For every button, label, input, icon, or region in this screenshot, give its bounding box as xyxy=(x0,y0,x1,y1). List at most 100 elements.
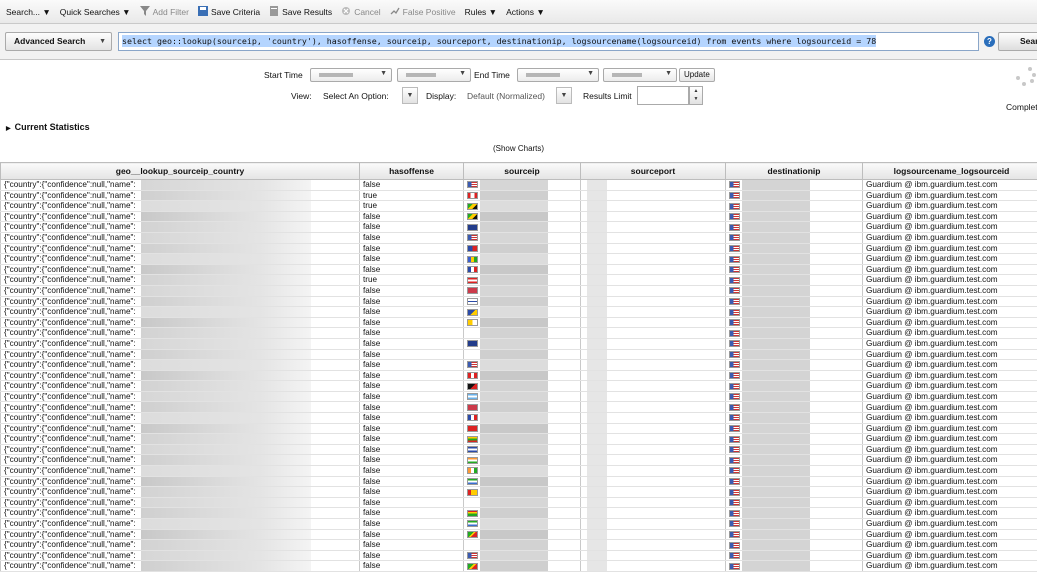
display-dropdown-toggle[interactable]: ▼ xyxy=(556,87,572,104)
table-row[interactable]: {"country":{"confidence":null,"name": fal… xyxy=(0,243,1037,255)
country-flag-icon xyxy=(729,425,740,433)
table-row[interactable]: {"country":{"confidence":null,"name": fal… xyxy=(0,433,1037,445)
cell-country: {"country":{"confidence":null,"name": xyxy=(0,306,360,318)
cell-destinationip xyxy=(725,285,863,297)
cell-logsourcename: Guardium @ ibm.guardium.test.com xyxy=(862,190,1037,202)
query-input[interactable]: select geo::lookup(sourceip, 'country'),… xyxy=(118,32,979,51)
table-row[interactable]: {"country":{"confidence":null,"name": fal… xyxy=(0,412,1037,424)
column-header-sourceport[interactable]: sourceport xyxy=(580,162,726,180)
view-select[interactable]: Select An Option: xyxy=(323,91,389,101)
toolbar-item-0[interactable]: Search... ▼ xyxy=(6,7,51,17)
table-row[interactable]: {"country":{"confidence":null,"name": fal… xyxy=(0,317,1037,329)
column-header-logsourcename_logsourceid[interactable]: logsourcename_logsourceid xyxy=(862,162,1037,180)
table-row[interactable]: {"country":{"confidence":null,"name": fal… xyxy=(0,380,1037,392)
country-flag-icon xyxy=(729,350,740,358)
table-row[interactable]: {"country":{"confidence":null,"name": fal… xyxy=(0,253,1037,265)
table-row[interactable]: {"country":{"confidence":null,"name": fal… xyxy=(0,349,1037,361)
toolbar-item-8[interactable]: Actions ▼ xyxy=(506,7,545,17)
save-icon xyxy=(197,5,208,18)
table-row[interactable]: {"country":{"confidence":null,"name": fal… xyxy=(0,507,1037,519)
toolbar-item-6[interactable]: False Positive xyxy=(390,6,456,18)
table-row[interactable]: {"country":{"confidence":null,"name": fal… xyxy=(0,232,1037,244)
table-row[interactable]: {"country":{"confidence":null,"name": fal… xyxy=(0,423,1037,435)
cell-hasoffense: false xyxy=(359,507,464,519)
table-row[interactable]: {"country":{"confidence":null,"name": fal… xyxy=(0,296,1037,308)
column-header-destinationip[interactable]: destinationip xyxy=(725,162,863,180)
display-select[interactable]: Default (Normalized) xyxy=(467,91,545,101)
table-row[interactable]: {"country":{"confidence":null,"name": fal… xyxy=(0,454,1037,467)
table-row[interactable]: {"country":{"confidence":null,"name": fal… xyxy=(0,486,1037,498)
cell-hasoffense: false xyxy=(359,327,464,339)
view-dropdown-toggle[interactable]: ▼ xyxy=(402,87,418,104)
toolbar-item-2[interactable]: Add Filter xyxy=(139,5,189,18)
table-row[interactable]: {"country":{"confidence":null,"name": fal… xyxy=(0,550,1037,562)
cell-hasoffense: false xyxy=(359,444,464,456)
table-row[interactable]: {"country":{"confidence":null,"name": fal… xyxy=(0,401,1037,414)
cell-country-text: {"country":{"confidence":null,"name": xyxy=(4,497,136,507)
table-row[interactable]: {"country":{"confidence":null,"name": fal… xyxy=(0,211,1037,223)
update-button[interactable]: Update xyxy=(679,68,715,82)
search-mode-select[interactable]: Advanced Search ▼ xyxy=(5,32,112,51)
table-row[interactable]: {"country":{"confidence":null,"name": fal… xyxy=(0,338,1037,350)
column-header-hasoffense[interactable]: hasoffense xyxy=(359,162,464,180)
toolbar-item-3[interactable]: Save Criteria xyxy=(197,5,260,18)
country-flag-icon xyxy=(467,488,478,496)
search-button[interactable]: Search xyxy=(998,32,1037,51)
table-row[interactable]: {"country":{"confidence":null,"name": fal… xyxy=(0,264,1037,276)
country-flag-icon xyxy=(467,244,478,252)
results-limit-input[interactable] xyxy=(637,86,689,105)
table-row[interactable]: {"country":{"confidence":null,"name": tru… xyxy=(0,274,1037,286)
table-row[interactable]: {"country":{"confidence":null,"name": fal… xyxy=(0,476,1037,488)
country-flag-icon xyxy=(729,372,740,380)
column-header-geo__lookup_sourceip_country[interactable]: geo__lookup_sourceip_country xyxy=(0,162,360,180)
search-bar: Advanced Search ▼ select geo::lookup(sou… xyxy=(0,24,1037,60)
table-row[interactable]: {"country":{"confidence":null,"name": tru… xyxy=(0,190,1037,202)
cell-sourceip xyxy=(463,274,581,286)
table-row[interactable]: {"country":{"confidence":null,"name": fal… xyxy=(0,497,1037,509)
current-statistics-toggle[interactable]: ▶ Current Statistics xyxy=(6,122,90,132)
toolbar-item-4[interactable]: Save Results xyxy=(269,5,332,18)
show-charts-link[interactable]: (Show Charts) xyxy=(0,144,1037,153)
cell-logsourcename: Guardium @ ibm.guardium.test.com xyxy=(862,253,1037,265)
cell-sourceport xyxy=(580,285,726,297)
cell-destinationip xyxy=(725,274,863,286)
results-limit-spinner[interactable]: ▲ ▼ xyxy=(689,86,703,105)
toolbar-item-7[interactable]: Rules ▼ xyxy=(465,7,498,17)
table-row[interactable]: {"country":{"confidence":null,"name": fal… xyxy=(0,221,1037,233)
country-flag-icon xyxy=(729,297,740,305)
toolbar-item-label: Cancel xyxy=(354,6,381,17)
cell-hasoffense: false xyxy=(359,486,464,498)
help-icon[interactable]: ? xyxy=(984,36,995,47)
start-date-select[interactable]: ▼ xyxy=(310,68,392,82)
start-hour-select[interactable]: ▼ xyxy=(397,68,471,82)
country-flag-icon xyxy=(729,191,740,199)
country-flag-icon xyxy=(467,467,478,475)
table-row[interactable]: {"country":{"confidence":null,"name": fal… xyxy=(0,529,1037,541)
table-row[interactable]: {"country":{"confidence":null,"name": tru… xyxy=(0,200,1037,212)
table-row[interactable]: {"country":{"confidence":null,"name": fal… xyxy=(0,465,1037,477)
cell-country: {"country":{"confidence":null,"name": xyxy=(0,454,360,467)
toolbar-item-5[interactable]: Cancel xyxy=(341,6,381,18)
cell-country-text: {"country":{"confidence":null,"name": xyxy=(4,561,136,571)
table-row[interactable]: {"country":{"confidence":null,"name": fal… xyxy=(0,285,1037,297)
column-header-sourceip[interactable]: sourceip xyxy=(463,162,581,180)
table-row[interactable]: {"country":{"confidence":null,"name": fal… xyxy=(0,359,1037,371)
country-flag-icon xyxy=(729,530,740,538)
toolbar-item-1[interactable]: Quick Searches ▼ xyxy=(60,7,131,17)
end-date-select[interactable]: ▼ xyxy=(517,68,599,82)
cell-destinationip xyxy=(725,232,863,244)
country-flag-icon xyxy=(729,181,740,189)
table-row[interactable]: {"country":{"confidence":null,"name": fal… xyxy=(0,444,1037,456)
table-row[interactable]: {"country":{"confidence":null,"name": fal… xyxy=(0,306,1037,318)
table-row[interactable]: {"country":{"confidence":null,"name": fal… xyxy=(0,539,1037,551)
table-row[interactable]: {"country":{"confidence":null,"name": fal… xyxy=(0,370,1037,382)
country-flag-icon xyxy=(467,520,478,528)
table-row[interactable]: {"country":{"confidence":null,"name": fal… xyxy=(0,179,1037,191)
table-row[interactable]: {"country":{"confidence":null,"name": fal… xyxy=(0,560,1037,572)
table-row[interactable]: {"country":{"confidence":null,"name": fal… xyxy=(0,518,1037,530)
table-row[interactable]: {"country":{"confidence":null,"name": fal… xyxy=(0,327,1037,339)
end-hour-select[interactable]: ▼ xyxy=(603,68,677,82)
toolbar-item-label: Search... ▼ xyxy=(6,6,51,17)
table-row[interactable]: {"country":{"confidence":null,"name": fal… xyxy=(0,391,1037,403)
country-flag-icon xyxy=(467,552,478,560)
